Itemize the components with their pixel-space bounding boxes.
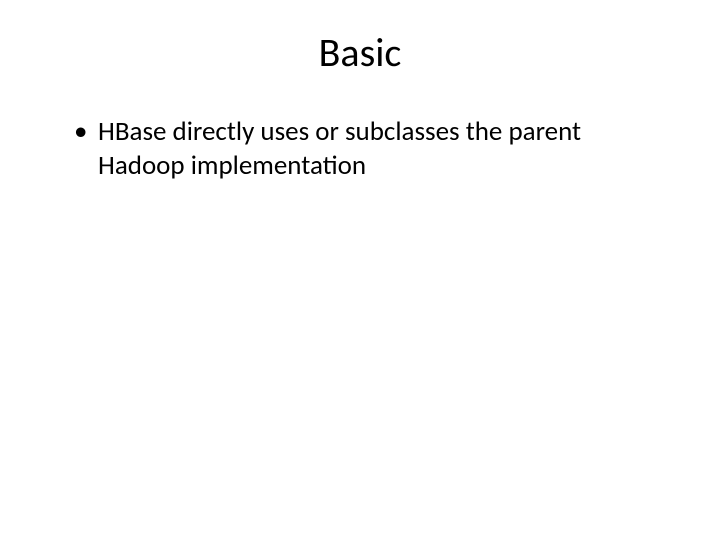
slide-container: Basic HBase directly uses or subclasses … — [0, 0, 720, 540]
slide-title: Basic — [60, 28, 660, 77]
bullet-list: HBase directly uses or subclasses the pa… — [60, 115, 660, 183]
bullet-item: HBase directly uses or subclasses the pa… — [70, 115, 660, 183]
